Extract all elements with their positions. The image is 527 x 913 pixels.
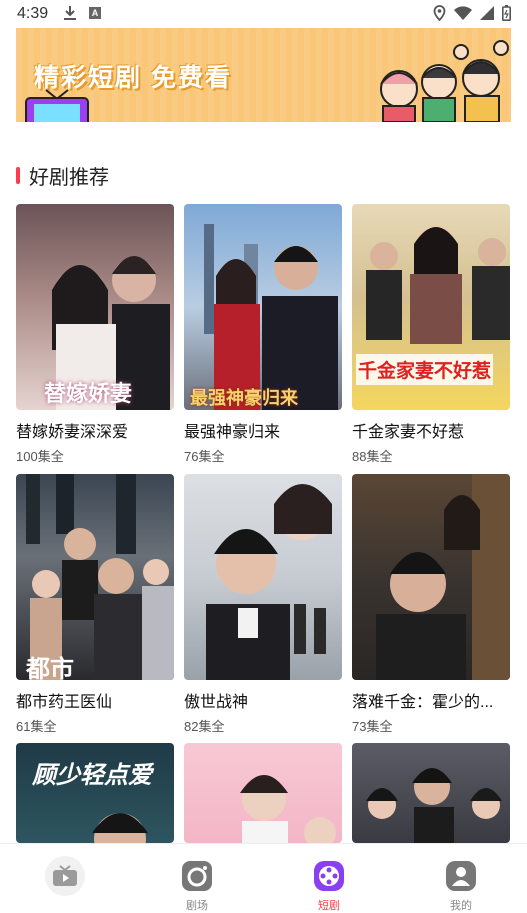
drama-poster[interactable] <box>352 474 510 680</box>
drama-title[interactable]: 千金家妻不好惹 <box>352 418 510 442</box>
episode-count: 61集全 <box>16 719 57 734</box>
episode-count: 73集全 <box>352 719 393 734</box>
nav-tab-profile[interactable]: 我的 <box>421 856 501 913</box>
nav-tab-theater[interactable]: 剧场 <box>157 856 237 913</box>
drama-title[interactable]: 最强神豪归来 <box>184 418 342 442</box>
poster-overlay-text: 千金家妻不好惹 <box>356 354 494 385</box>
poster-art <box>240 775 336 843</box>
drama-card[interactable]: 顾少轻点爱 <box>16 743 174 843</box>
drama-card[interactable] <box>352 743 510 843</box>
promo-banner[interactable]: 精彩短剧 免费看 <box>16 28 511 122</box>
tv-icon <box>45 856 85 896</box>
nav-tab-short-drama[interactable]: 短剧 <box>289 856 369 913</box>
wifi-icon <box>454 6 472 20</box>
drama-title[interactable]: 落难千金：霍少的... <box>352 688 510 712</box>
section-header: 好剧推荐 <box>16 161 109 189</box>
person-icon <box>441 856 481 896</box>
location-icon <box>433 5 446 21</box>
nav-tab-home[interactable] <box>25 856 105 897</box>
drama-card[interactable]: 傲世战神 82集全 <box>184 474 342 735</box>
download-icon <box>64 6 76 20</box>
drama-card[interactable]: 千金家妻不好惹 千金家妻不好惹 88集全 <box>352 204 510 465</box>
poster-overlay-text: 都市 <box>26 656 74 680</box>
drama-title[interactable]: 傲世战神 <box>184 688 342 712</box>
nav-label: 我的 <box>450 900 472 912</box>
battery-icon <box>502 5 511 21</box>
drama-poster[interactable] <box>184 474 342 680</box>
camera-icon <box>177 856 217 896</box>
drama-title[interactable]: 都市药王医仙 <box>16 688 174 712</box>
drama-card[interactable]: 都市 都市药王医仙 61集全 <box>16 474 174 735</box>
bottom-nav: 剧场 短剧 我的 <box>0 843 527 912</box>
poster-art <box>366 768 502 843</box>
episode-count: 82集全 <box>184 719 225 734</box>
nav-label: 短剧 <box>318 900 340 912</box>
drama-poster[interactable]: 顾少轻点爱 <box>16 743 174 843</box>
banner-cartoon-illustration <box>380 40 509 122</box>
drama-card[interactable]: 替嫁娇妻 替嫁娇妻深深爱 100集全 <box>16 204 174 465</box>
drama-card[interactable]: 落难千金：霍少的... 73集全 <box>352 474 510 735</box>
drama-poster[interactable]: 最强神豪归来 <box>184 204 342 410</box>
nav-label: 剧场 <box>186 900 208 912</box>
poster-art <box>376 474 510 680</box>
film-reel-icon <box>309 856 349 896</box>
poster-overlay-text: 顾少轻点爱 <box>32 760 152 789</box>
poster-art <box>206 484 332 680</box>
section-title: 好剧推荐 <box>29 166 109 189</box>
episode-count: 100集全 <box>16 449 64 464</box>
poster-art <box>204 224 338 410</box>
drama-poster[interactable] <box>184 743 342 843</box>
banner-tv-illustration <box>25 89 89 122</box>
drama-card[interactable]: 最强神豪归来 最强神豪归来 76集全 <box>184 204 342 465</box>
signal-icon <box>480 6 494 20</box>
poster-overlay-text: 替嫁娇妻 <box>44 381 133 406</box>
drama-poster[interactable]: 都市 <box>16 474 174 680</box>
drama-card[interactable] <box>184 743 342 843</box>
poster-overlay-text: 最强神豪归来 <box>190 388 298 408</box>
status-time: 4:39 <box>17 5 49 22</box>
status-bar: 4:39 A <box>0 0 527 28</box>
drama-poster[interactable]: 替嫁娇妻 <box>16 204 174 410</box>
drama-poster[interactable] <box>352 743 510 843</box>
episode-count: 88集全 <box>352 449 393 464</box>
episode-count: 76集全 <box>184 449 225 464</box>
drama-title[interactable]: 替嫁娇妻深深爱 <box>16 418 174 442</box>
drama-poster[interactable]: 千金家妻不好惹 <box>352 204 510 410</box>
section-accent-bar <box>16 166 20 184</box>
a-icon: A <box>89 7 101 19</box>
